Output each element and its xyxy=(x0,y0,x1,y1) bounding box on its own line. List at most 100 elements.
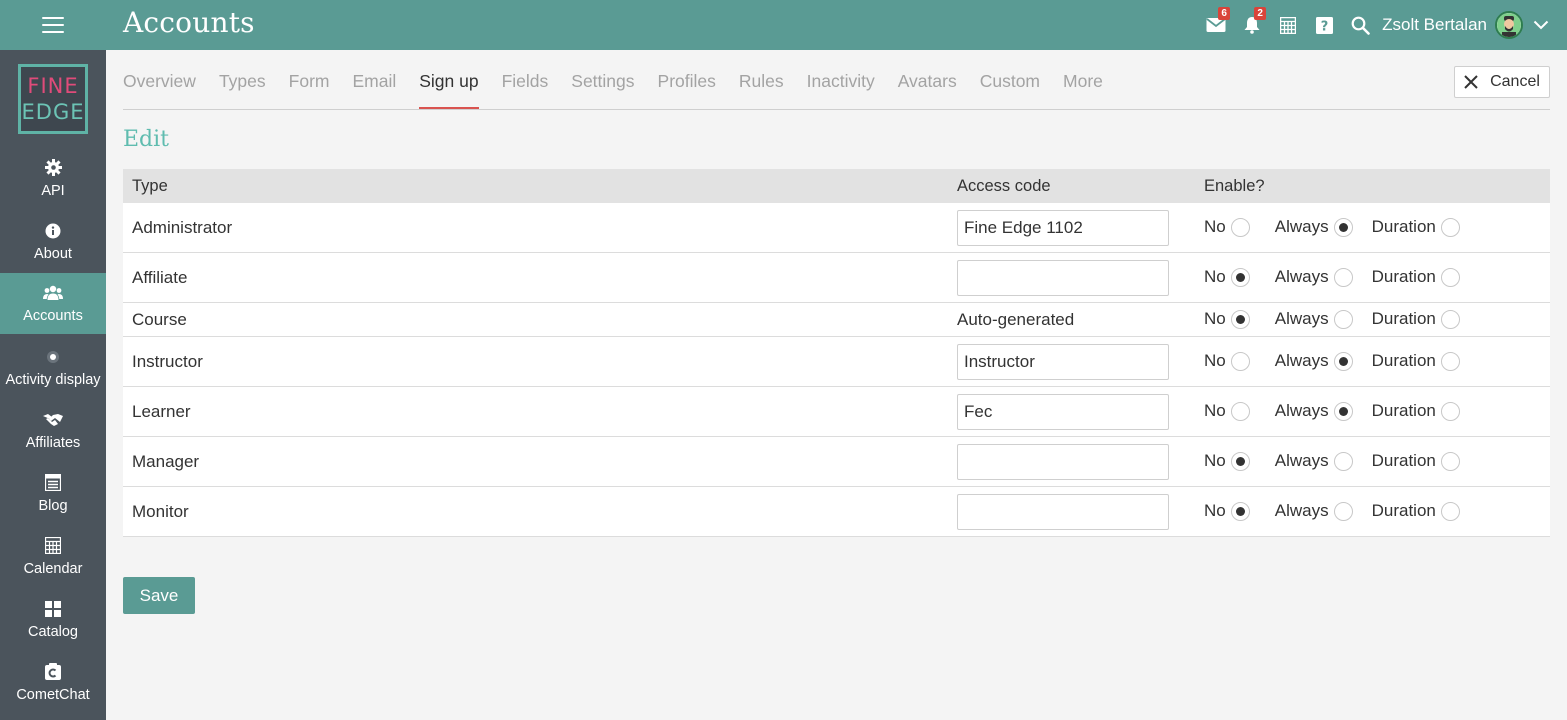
tab-sign-up[interactable]: Sign up xyxy=(419,62,479,110)
radio-option-no[interactable]: No xyxy=(1204,451,1250,471)
sidebar-item-accounts[interactable]: Accounts xyxy=(0,273,106,334)
radio-button[interactable] xyxy=(1440,267,1460,287)
sidebar-item-activity-display[interactable]: Activity display xyxy=(0,337,106,398)
calendar-icon xyxy=(45,537,61,554)
sidebar-item-catalog[interactable]: Catalog xyxy=(0,589,106,650)
sidebar-item-calendar[interactable]: Calendar xyxy=(0,526,106,587)
radio-button[interactable] xyxy=(1230,217,1250,237)
gear-icon xyxy=(44,159,62,176)
radio-option-duration[interactable]: Duration xyxy=(1372,267,1460,287)
tab-fields[interactable]: Fields xyxy=(502,62,549,109)
radio-button[interactable] xyxy=(1440,351,1460,371)
radio-option-always[interactable]: Always xyxy=(1275,401,1353,421)
fine-edge-logo[interactable]: FINE EDGE xyxy=(18,64,88,134)
radio-option-no[interactable]: No xyxy=(1204,217,1250,237)
table-row: Course Auto-generated No Always Duration xyxy=(123,303,1550,337)
svg-text:?: ? xyxy=(1320,19,1328,34)
tab-custom[interactable]: Custom xyxy=(980,62,1040,109)
radio-option-duration[interactable]: Duration xyxy=(1372,217,1460,237)
radio-label: No xyxy=(1204,309,1226,328)
tab-profiles[interactable]: Profiles xyxy=(658,62,716,109)
radio-option-duration[interactable]: Duration xyxy=(1372,451,1460,471)
radio-button[interactable] xyxy=(1230,451,1250,471)
radio-button[interactable] xyxy=(1440,309,1460,329)
radio-option-no[interactable]: No xyxy=(1204,401,1250,421)
help-button[interactable]: ? xyxy=(1306,0,1342,50)
radio-button[interactable] xyxy=(1440,217,1460,237)
sidebar-item-label: Affiliates xyxy=(25,434,81,451)
radio-label: Always xyxy=(1274,451,1329,470)
tab-overview[interactable]: Overview xyxy=(123,62,196,109)
radio-button[interactable] xyxy=(1333,401,1353,421)
radio-option-always[interactable]: Always xyxy=(1275,351,1353,371)
radio-button[interactable] xyxy=(1333,451,1353,471)
radio-button[interactable] xyxy=(1440,451,1460,471)
sidebar-item-label: CometChat xyxy=(16,686,90,703)
radio-option-always[interactable]: Always xyxy=(1275,309,1353,329)
tab-inactivity[interactable]: Inactivity xyxy=(807,62,875,109)
tab-avatars[interactable]: Avatars xyxy=(898,62,957,109)
tab-email[interactable]: Email xyxy=(352,62,396,109)
radio-button[interactable] xyxy=(1230,351,1250,371)
radio-option-always[interactable]: Always xyxy=(1275,501,1353,521)
radio-button[interactable] xyxy=(1230,309,1250,329)
radio-button[interactable] xyxy=(1230,267,1250,287)
radio-option-always[interactable]: Always xyxy=(1275,267,1353,287)
access-code-cell xyxy=(957,494,1169,530)
radio-option-no[interactable]: No xyxy=(1204,351,1250,371)
radio-button[interactable] xyxy=(1230,501,1250,521)
tab-types[interactable]: Types xyxy=(219,62,266,109)
access-code-input[interactable] xyxy=(957,210,1169,246)
radio-button[interactable] xyxy=(1333,309,1353,329)
mail-button[interactable]: 6 xyxy=(1198,0,1234,50)
sidebar: FINE EDGE API About Accounts Activity di… xyxy=(0,50,106,720)
top-bar: Accounts 6 2 ? Zsolt Bertalan xyxy=(0,0,1567,50)
user-name[interactable]: Zsolt Bertalan xyxy=(1382,15,1487,35)
radio-button[interactable] xyxy=(1230,401,1250,421)
radio-button[interactable] xyxy=(1440,401,1460,421)
cancel-button[interactable]: Cancel xyxy=(1454,66,1550,98)
radio-option-duration[interactable]: Duration xyxy=(1372,351,1460,371)
sidebar-item-about[interactable]: About xyxy=(0,211,106,272)
search-icon xyxy=(1351,16,1370,35)
tab-bar: Overview Types Form Email Sign up Fields… xyxy=(123,62,1126,110)
radio-button[interactable] xyxy=(1333,501,1353,521)
radio-button[interactable] xyxy=(1333,267,1353,287)
page-title: Accounts xyxy=(123,6,255,39)
sidebar-item-label: Accounts xyxy=(23,307,83,324)
save-button[interactable]: Save xyxy=(123,577,195,614)
chevron-down-icon[interactable] xyxy=(1533,20,1549,30)
radio-option-always[interactable]: Always xyxy=(1275,217,1353,237)
radio-button[interactable] xyxy=(1440,501,1460,521)
avatar[interactable] xyxy=(1495,11,1523,39)
sidebar-item-affiliates[interactable]: Affiliates xyxy=(0,400,106,461)
radio-button[interactable] xyxy=(1333,217,1353,237)
notifications-button[interactable]: 2 xyxy=(1234,0,1270,50)
radio-option-always[interactable]: Always xyxy=(1275,451,1353,471)
sidebar-item-api[interactable]: API xyxy=(0,148,106,209)
hamburger-menu-button[interactable] xyxy=(0,0,106,50)
access-code-input[interactable] xyxy=(957,344,1169,380)
grid-icon xyxy=(45,600,61,617)
access-code-input[interactable] xyxy=(957,394,1169,430)
tab-settings[interactable]: Settings xyxy=(571,62,634,109)
sidebar-item-blog[interactable]: Blog xyxy=(0,463,106,524)
radio-option-duration[interactable]: Duration xyxy=(1372,309,1460,329)
sidebar-item-cometchat[interactable]: CometChat xyxy=(0,652,106,713)
access-code-input[interactable] xyxy=(957,494,1169,530)
tab-rules[interactable]: Rules xyxy=(739,62,784,109)
access-code-input[interactable] xyxy=(957,444,1169,480)
tabs-divider xyxy=(123,109,1550,110)
tab-more[interactable]: More xyxy=(1063,62,1103,109)
radio-option-no[interactable]: No xyxy=(1204,501,1250,521)
radio-option-duration[interactable]: Duration xyxy=(1372,501,1460,521)
tab-form[interactable]: Form xyxy=(289,62,330,109)
radio-option-no[interactable]: No xyxy=(1204,267,1250,287)
radio-option-no[interactable]: No xyxy=(1204,309,1250,329)
calendar-button[interactable] xyxy=(1270,0,1306,50)
radio-option-duration[interactable]: Duration xyxy=(1372,401,1460,421)
radio-button[interactable] xyxy=(1333,351,1353,371)
search-button[interactable] xyxy=(1342,0,1378,50)
radio-label: Always xyxy=(1274,351,1329,370)
access-code-input[interactable] xyxy=(957,260,1169,296)
